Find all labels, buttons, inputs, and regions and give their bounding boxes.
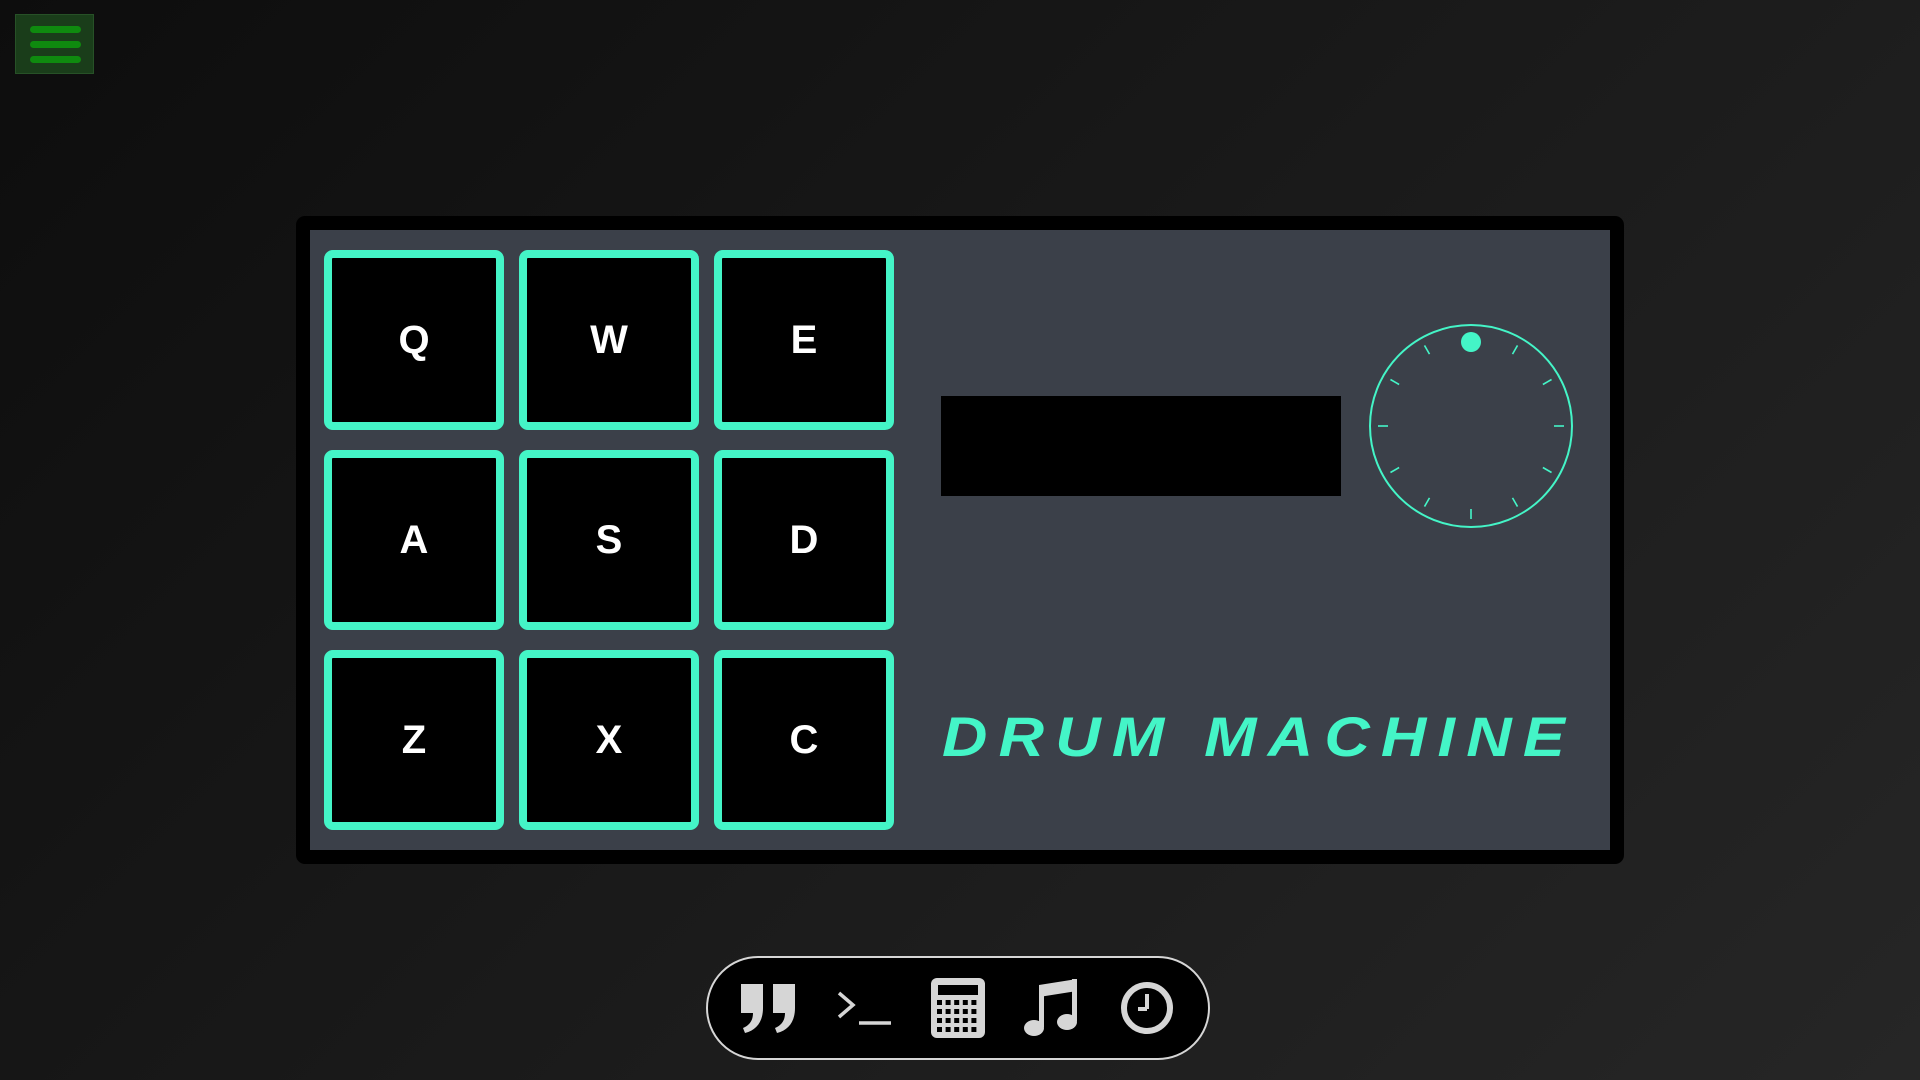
calculator-key — [936, 1009, 942, 1014]
volume-knob-tick — [1511, 497, 1519, 507]
calculator-key — [936, 1027, 942, 1032]
drum-pad-x[interactable]: X — [519, 650, 699, 830]
dock-calculator-button[interactable] — [920, 970, 996, 1046]
calculator-key — [954, 1027, 960, 1032]
drum-pad-s[interactable]: S — [519, 450, 699, 630]
volume-knob-tick — [1542, 466, 1552, 474]
drum-machine: Q W E A S D Z X C DRUM MACHINE — [296, 216, 1624, 864]
drum-pad-w[interactable]: W — [519, 250, 699, 430]
sound-display — [941, 396, 1341, 496]
app-title: DRUM MACHINE — [942, 705, 1576, 768]
drum-pad-d[interactable]: D — [714, 450, 894, 630]
volume-knob-tick — [1423, 345, 1431, 355]
calculator-key — [962, 1000, 968, 1005]
drum-pad-z[interactable]: Z — [324, 650, 504, 830]
drum-machine-panel: Q W E A S D Z X C DRUM MACHINE — [310, 230, 1610, 850]
drum-pad-e[interactable]: E — [714, 250, 894, 430]
calculator-key — [971, 1018, 977, 1023]
volume-knob-indicator — [1461, 332, 1481, 352]
drum-pad-c[interactable]: C — [714, 650, 894, 830]
volume-knob-tick — [1390, 466, 1400, 474]
volume-knob[interactable] — [1368, 323, 1574, 529]
volume-knob-tick — [1542, 378, 1552, 386]
volume-knob-tick — [1511, 345, 1519, 355]
hamburger-menu-icon-bar — [30, 41, 81, 48]
calculator-key — [954, 1000, 960, 1005]
dock-terminal-button[interactable] — [826, 970, 902, 1046]
calculator-key — [945, 1009, 951, 1014]
drum-pad-q[interactable]: Q — [324, 250, 504, 430]
calculator-key — [954, 1009, 960, 1014]
calculator-key — [962, 1027, 968, 1032]
calculator-key — [971, 1000, 977, 1005]
calculator-key — [971, 1027, 977, 1032]
calculator-icon — [930, 978, 985, 1038]
dock-clock-button[interactable] — [1109, 970, 1185, 1046]
calculator-key — [945, 1000, 951, 1005]
calculator-key — [936, 1000, 942, 1005]
calculator-key — [962, 1018, 968, 1023]
app-dock — [706, 956, 1210, 1060]
hamburger-menu-icon — [30, 26, 81, 33]
app-title-text: DRUM MACHINE — [942, 705, 1576, 768]
hamburger-menu-button[interactable] — [15, 14, 94, 74]
calculator-key — [945, 1027, 951, 1032]
drum-pad-a[interactable]: A — [324, 450, 504, 630]
dock-drum-machine-button[interactable] — [1014, 970, 1090, 1046]
volume-knob-tick — [1390, 378, 1400, 386]
volume-knob-tick — [1423, 497, 1431, 507]
calculator-key — [945, 1018, 951, 1023]
music-note-icon — [1024, 979, 1078, 1036]
calculator-key — [971, 1009, 977, 1014]
terminal-icon — [837, 991, 891, 1025]
calculator-key — [962, 1009, 968, 1014]
hamburger-menu-icon-bar — [30, 56, 81, 63]
clock-icon — [1120, 982, 1173, 1034]
quote-icon — [741, 984, 796, 1033]
dock-quote-button[interactable] — [731, 970, 807, 1046]
volume-knob-icon — [1369, 324, 1573, 528]
calculator-key — [954, 1018, 960, 1023]
calculator-key — [936, 1018, 942, 1023]
